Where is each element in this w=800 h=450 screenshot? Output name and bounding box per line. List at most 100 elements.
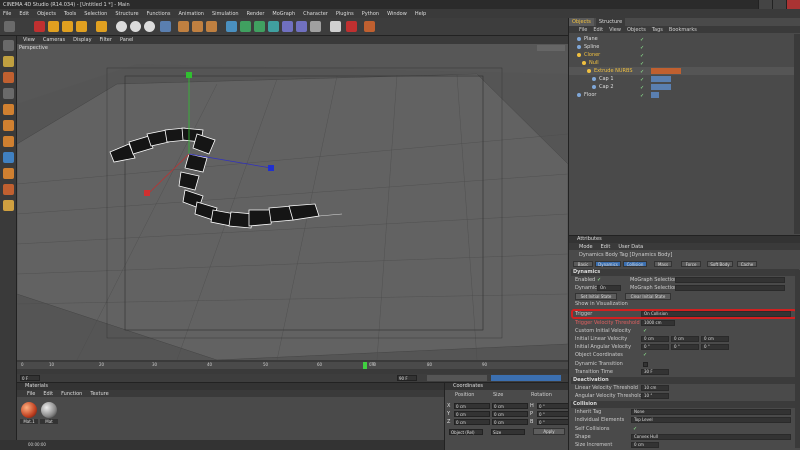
object-row-floor[interactable]: Floor ✓	[569, 91, 800, 99]
viewport-menu-cameras[interactable]: Cameras	[43, 37, 65, 43]
light-icon[interactable]	[330, 21, 341, 32]
x-axis-icon[interactable]	[116, 21, 127, 32]
material-menu-file[interactable]: File	[27, 391, 35, 397]
close-button[interactable]	[786, 0, 800, 9]
individual-elements-dropdown[interactable]: Top Level	[631, 417, 791, 423]
tab-dynamics[interactable]: Dynamics	[595, 261, 621, 267]
viewport-menu-panel[interactable]: Panel	[120, 37, 134, 43]
nurbs-icon[interactable]	[240, 21, 251, 32]
material-name-mat[interactable]: Mat	[40, 419, 58, 424]
enabled-checkbox[interactable]: ✓	[597, 277, 601, 284]
edges-mode-icon[interactable]	[3, 120, 14, 131]
timeline-ruler[interactable]: 0 10 20 30 40 50 60 70 80 90 0 F	[17, 362, 568, 369]
model-mode-icon[interactable]	[3, 56, 14, 67]
menu-character[interactable]: Character	[303, 11, 328, 17]
tab-objects[interactable]: Objects	[569, 18, 594, 26]
menu-mograph[interactable]: MoGraph	[272, 11, 295, 17]
menu-render[interactable]: Render	[247, 11, 265, 17]
object-menu-objects[interactable]: Objects	[627, 27, 646, 33]
object-menu-file[interactable]: File	[579, 27, 587, 33]
menu-selection[interactable]: Selection	[84, 11, 107, 17]
rotation-b-field[interactable]: 0 °	[537, 418, 569, 425]
x-axis-knob[interactable]	[144, 190, 150, 196]
tab-structure[interactable]: Structure	[595, 18, 626, 26]
start-frame-field[interactable]: 0 F	[20, 375, 40, 381]
clear-initial-state-button[interactable]: Clear Initial State	[625, 293, 671, 300]
mograph-selection-field-2[interactable]	[675, 285, 785, 291]
size-x-field[interactable]: 0 cm	[492, 402, 528, 409]
attr-menu-edit[interactable]: Edit	[601, 244, 611, 250]
viewport-menu-display[interactable]: Display	[73, 37, 91, 43]
material-name-mat1[interactable]: Mat.1	[20, 419, 38, 424]
viewport-nav-icons[interactable]	[537, 45, 565, 51]
angular-threshold-field[interactable]: 10 °	[641, 393, 669, 399]
texture-mode-icon[interactable]	[3, 72, 14, 83]
tab-collision[interactable]: Collision	[623, 261, 647, 267]
deformer-icon[interactable]	[282, 21, 293, 32]
render-view-icon[interactable]	[178, 21, 189, 32]
playhead[interactable]	[363, 362, 367, 369]
object-menu-edit[interactable]: Edit	[593, 27, 603, 33]
dynamic-dropdown[interactable]: On	[597, 285, 621, 291]
position-x-field[interactable]: 0 cm	[454, 402, 490, 409]
scene-icon[interactable]	[296, 21, 307, 32]
object-row-cap1[interactable]: Cap 1 ✓	[569, 75, 800, 83]
tab-basic[interactable]: Basic	[573, 261, 593, 267]
rotation-p-field[interactable]: 0 °	[537, 410, 569, 417]
coords-size-dropdown[interactable]: Size	[491, 429, 525, 435]
end-frame-field[interactable]: 90 F	[397, 375, 417, 381]
object-row-extrude[interactable]: Extrude NURBS ✓	[569, 67, 800, 75]
axis-mode-icon[interactable]	[3, 152, 14, 163]
initial-angular-x[interactable]: 0 °	[641, 344, 669, 350]
attributes-scrollbar[interactable]	[795, 270, 800, 448]
size-y-field[interactable]: 0 cm	[492, 410, 528, 417]
object-menu-view[interactable]: View	[609, 27, 621, 33]
material-menu-function[interactable]: Function	[61, 391, 82, 397]
material-swatch-mat[interactable]	[41, 402, 57, 418]
menu-python[interactable]: Python	[362, 11, 379, 17]
rotation-h-field[interactable]: 0 °	[537, 402, 569, 409]
material-swatch-mat1[interactable]	[21, 402, 37, 418]
menu-window[interactable]: Window	[387, 11, 407, 17]
tab-mass[interactable]: Mass	[654, 261, 672, 267]
custom-velocity-checkbox[interactable]: ✓	[643, 328, 647, 335]
y-axis-knob[interactable]	[186, 72, 192, 78]
size-z-field[interactable]: 0 cm	[492, 418, 528, 425]
menu-tools[interactable]: Tools	[64, 11, 76, 17]
tab-force[interactable]: Force	[681, 261, 701, 267]
trigger-dropdown[interactable]: On Collision	[641, 311, 791, 317]
object-row-cap2[interactable]: Cap 2 ✓	[569, 83, 800, 91]
attr-menu-userdata[interactable]: User Data	[618, 244, 643, 250]
size-increment-field[interactable]: 0 cm	[631, 442, 659, 448]
tab-cache[interactable]: Cache	[737, 261, 757, 267]
material-menu-texture[interactable]: Texture	[90, 391, 108, 397]
menu-edit[interactable]: Edit	[19, 11, 29, 17]
move-icon[interactable]	[48, 21, 59, 32]
tab-soft-body[interactable]: Soft Body	[707, 261, 733, 267]
tag-icons[interactable]	[651, 68, 681, 74]
rotate-icon[interactable]	[76, 21, 87, 32]
cube-icon[interactable]	[226, 21, 237, 32]
array-icon[interactable]	[268, 21, 279, 32]
attr-menu-mode[interactable]: Mode	[579, 244, 593, 250]
last-tool-icon[interactable]	[96, 21, 107, 32]
linear-threshold-field[interactable]: 10 cm	[641, 385, 669, 391]
z-axis-icon[interactable]	[144, 21, 155, 32]
timeline[interactable]: 0 10 20 30 40 50 60 70 80 90 0 F	[17, 360, 568, 374]
position-z-field[interactable]: 0 cm	[454, 418, 490, 425]
object-row-null[interactable]: Null ✓	[569, 59, 800, 67]
render-settings-icon[interactable]	[206, 21, 217, 32]
mograph-selection-field[interactable]	[675, 277, 785, 283]
trigger-velocity-field[interactable]: 1000 cm	[641, 320, 675, 326]
y-axis-icon[interactable]	[130, 21, 141, 32]
menu-plugins[interactable]: Plugins	[336, 11, 354, 17]
minimize-button[interactable]	[758, 0, 772, 9]
viewport-menu-filter[interactable]: Filter	[100, 37, 112, 43]
live-selection-icon[interactable]	[34, 21, 45, 32]
subdivision-icon[interactable]	[254, 21, 265, 32]
visibility-icon[interactable]: ✓	[640, 92, 644, 100]
maximize-button[interactable]	[772, 0, 786, 9]
menu-objects[interactable]: Objects	[37, 11, 56, 17]
initial-angular-z[interactable]: 0 °	[701, 344, 729, 350]
menu-functions[interactable]: Functions	[147, 11, 171, 17]
